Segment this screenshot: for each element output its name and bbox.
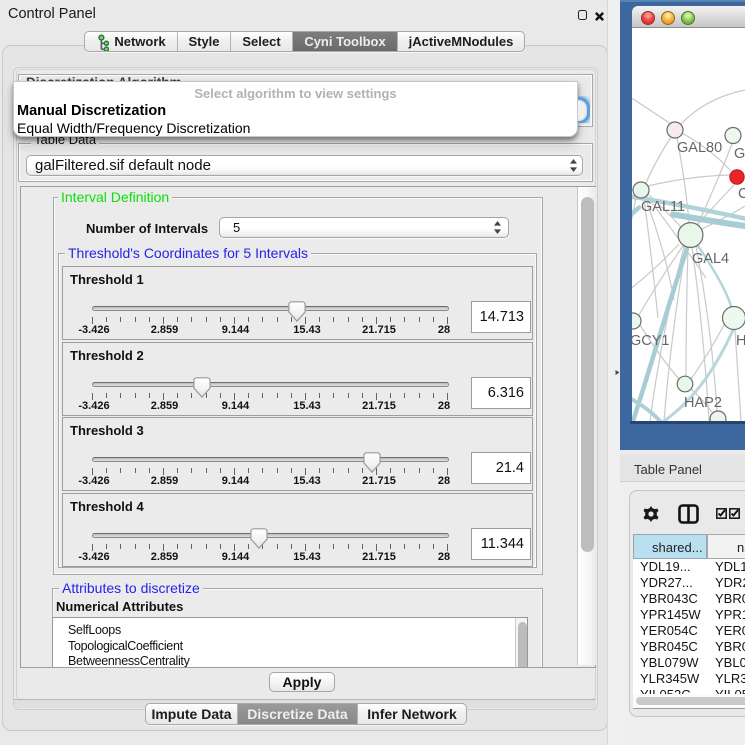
svg-text:C: C [738,186,745,202]
svg-text:GA: GA [734,146,745,162]
svg-text:GCY1: GCY1 [632,333,670,349]
svg-text:GAL80: GAL80 [677,140,722,156]
svg-text:H: H [736,333,745,349]
svg-text:GAL4: GAL4 [692,251,729,267]
svg-text:GAL11: GAL11 [641,199,685,215]
svg-text:HAP2: HAP2 [684,395,722,411]
